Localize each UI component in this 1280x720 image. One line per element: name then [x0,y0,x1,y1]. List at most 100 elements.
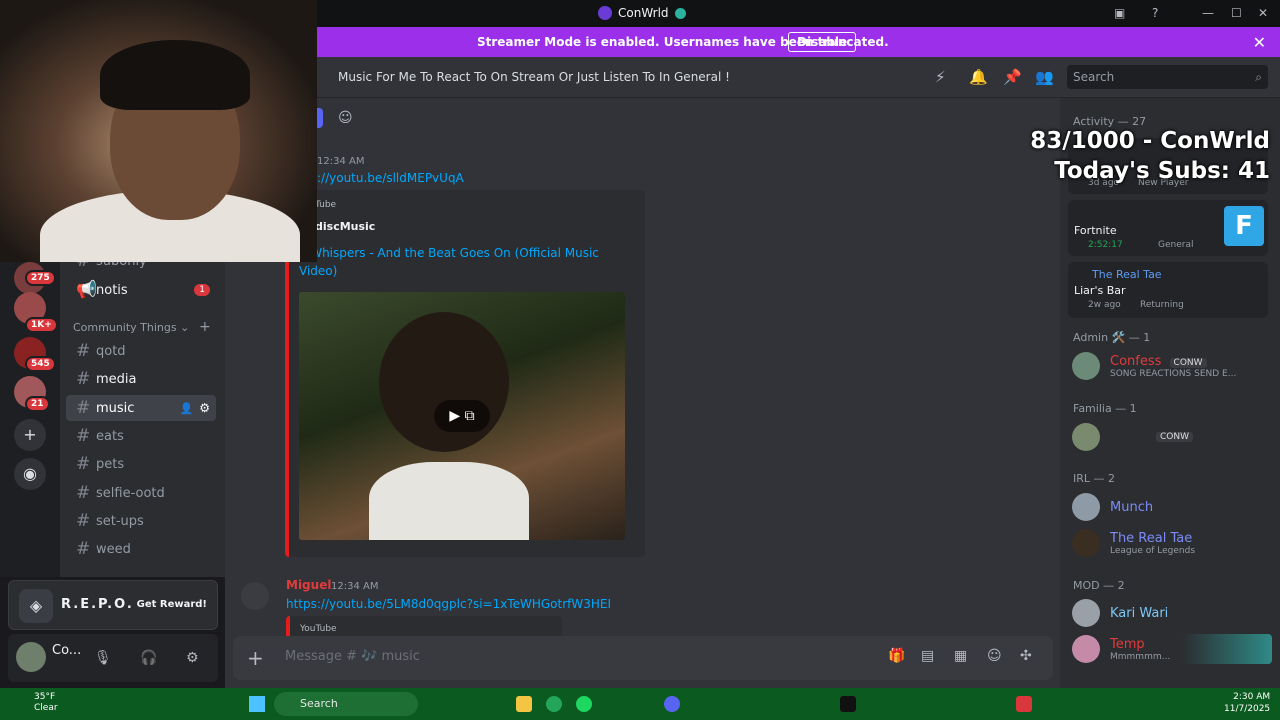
embed-title[interactable]: e Whispers - And the Beat Goes On (Offic… [299,244,619,280]
hash-icon: # [76,262,90,271]
avatar [1072,352,1100,380]
stream-subs-overlay: 83/1000 - ConWrld Today's Subs: 41 [1000,126,1270,186]
settings-gear-icon[interactable]: ⚙ [186,650,199,666]
embed-author[interactable]: discMusic [315,220,375,233]
taskbar-search[interactable]: Search [274,692,418,716]
channel-qotd[interactable]: # qotd [66,338,216,364]
avatar [1072,423,1100,451]
add-server-icon[interactable]: + [14,419,46,451]
message-author[interactable]: Miguel [286,578,331,592]
search-input[interactable]: Search ⌕ [1067,65,1268,89]
clock-date: 11/7/2025 [1224,704,1271,714]
minimize-button[interactable]: — [1202,6,1214,20]
avatar[interactable] [241,582,269,610]
tiktok-icon[interactable] [840,696,856,712]
member-list-icon[interactable]: 👥 [1035,68,1054,86]
video-thumbnail[interactable]: ▶ ⧉ [299,292,625,540]
megaphone-icon: 📢 [76,280,98,300]
user-panel: Co... 🎙 🎧 ⚙ [8,634,218,682]
channel-subonly[interactable]: #subonly [66,262,216,274]
discover-icon[interactable]: ◉ [14,458,46,490]
message-link[interactable]: https://youtu.be/5LM8d0qgplc?si=1xTeWHGo… [286,597,611,611]
add-attachment-icon[interactable]: + [247,646,264,670]
add-reaction-icon[interactable]: ☺ [338,110,353,126]
emoji-icon[interactable]: ☺ [987,648,1002,664]
member-status: League of Legends [1110,545,1196,556]
windows-start-icon[interactable] [249,696,265,712]
file-explorer-icon[interactable] [516,696,532,712]
channel-list: #subonly 📢 notis 1 Community Things ⌄ + … [60,262,225,577]
channel-media[interactable]: # media [66,366,216,392]
close-window-button[interactable]: ✕ [1258,6,1268,20]
inbox-icon[interactable]: ▣ [1114,6,1125,20]
maximize-button[interactable]: ☐ [1231,6,1242,20]
weather-widget[interactable]: 35°F Clear [14,692,58,714]
server-badge: 1K+ [25,317,58,333]
game-elapsed: 2:52:17 [1088,240,1123,250]
channel-selfie-ootd[interactable]: # selfie-ootd [66,480,216,506]
activity-card[interactable]: Fortnite 2:52:17 General F [1068,200,1268,256]
avatar[interactable] [16,642,46,672]
sticker-icon[interactable]: ▦ [954,648,967,664]
gif-icon[interactable]: ▤ [921,648,934,664]
close-banner-icon[interactable]: ✕ [1253,33,1266,52]
channel-pets[interactable]: # pets [66,451,216,477]
invite-icon[interactable]: 👤 [180,402,194,415]
message-link[interactable]: ://youtu.be/slldMEPvUqA [317,171,464,185]
avatar [1072,493,1100,521]
play-button-icon[interactable]: ▶ ⧉ [434,400,490,432]
channel-music[interactable]: # music 👤 ⚙ [66,395,216,421]
server-badge: 21 [25,396,50,412]
message-input[interactable]: Message # 🎶 music [285,649,420,664]
message-composer[interactable]: + Message # 🎶 music 🎁 ▤ ▦ ☺ ✣ [233,636,1053,680]
youtube-embed: Tube discMusic e Whispers - And the Beat… [285,190,645,557]
discord-icon[interactable] [664,696,680,712]
category-community-things[interactable]: Community Things ⌄ [73,321,189,334]
help-icon[interactable]: ? [1152,6,1158,20]
app-icon[interactable] [1016,696,1032,712]
add-channel-icon[interactable]: + [199,319,211,335]
spotify-icon[interactable] [576,696,592,712]
threads-icon[interactable]: ⚡ [935,68,946,86]
xbox-icon[interactable] [546,696,562,712]
member-familia[interactable]: CONW [1072,422,1193,452]
avatar [1072,599,1100,627]
hash-icon: # [76,454,91,474]
taskbar-clock[interactable]: 2:30 AM 11/7/2025 [1224,691,1270,715]
member-kari-wari[interactable]: Kari Wari [1072,598,1168,628]
channel-notis[interactable]: 📢 notis 1 [66,277,216,303]
video-shirt [369,462,529,540]
get-reward-button[interactable]: Get Reward! [137,599,207,610]
windows-taskbar: 35°F Clear Search 2:30 AM 11/7/2025 [0,688,1280,720]
member-info: The Real Tae League of Legends [1110,530,1196,556]
gear-icon[interactable]: ⚙ [199,401,210,415]
member-confess[interactable]: Confess CONW SONG REACTIONS SEND E... [1072,351,1236,381]
channel-weed[interactable]: # weed [66,536,216,562]
message-area: ☺ 12:34 AM ://youtu.be/slldMEPvUqA Tube … [225,98,1060,688]
member-info: Confess CONW SONG REACTIONS SEND E... [1110,353,1237,379]
reward-promo[interactable]: ◈ R.E.P.O. Get Reward! [8,580,218,630]
hash-icon: # [76,398,91,418]
server-rail: 275 1K+ 545 21 + ◉ [0,262,60,577]
channel-eats[interactable]: # eats [66,423,216,449]
notification-bell-icon[interactable]: 🔔 [969,68,988,86]
game-name: Fortnite [1074,224,1117,237]
embed-provider: YouTube [300,624,337,634]
voice-channel: General [1158,240,1194,250]
section-familia: Familia — 1 [1073,402,1137,415]
activity-user: The Real Tae [1092,268,1162,281]
apps-icon[interactable]: ✣ [1020,648,1032,664]
headphones-icon[interactable]: 🎧 [140,650,157,666]
microphone-icon[interactable]: 🎙 [94,650,112,666]
channel-set-ups[interactable]: # set-ups [66,508,216,534]
member-munch[interactable]: Munch [1072,492,1153,522]
channel-header: Music For Me To React To On Stream Or Ju… [317,57,1280,98]
member-temp[interactable]: Temp Mmmmmm... [1072,634,1272,664]
member-the-real-tae[interactable]: The Real Tae League of Legends [1072,528,1195,558]
notis-badge: 1 [194,284,210,296]
gift-icon[interactable]: 🎁 [888,648,905,664]
activity-card[interactable]: The Real Tae Liar's Bar 2w ago Returning [1068,262,1268,318]
section-irl: IRL — 2 [1073,472,1116,485]
disable-streamer-mode-button[interactable]: Disable [788,32,857,52]
pin-icon[interactable]: 📌 [1003,68,1022,86]
